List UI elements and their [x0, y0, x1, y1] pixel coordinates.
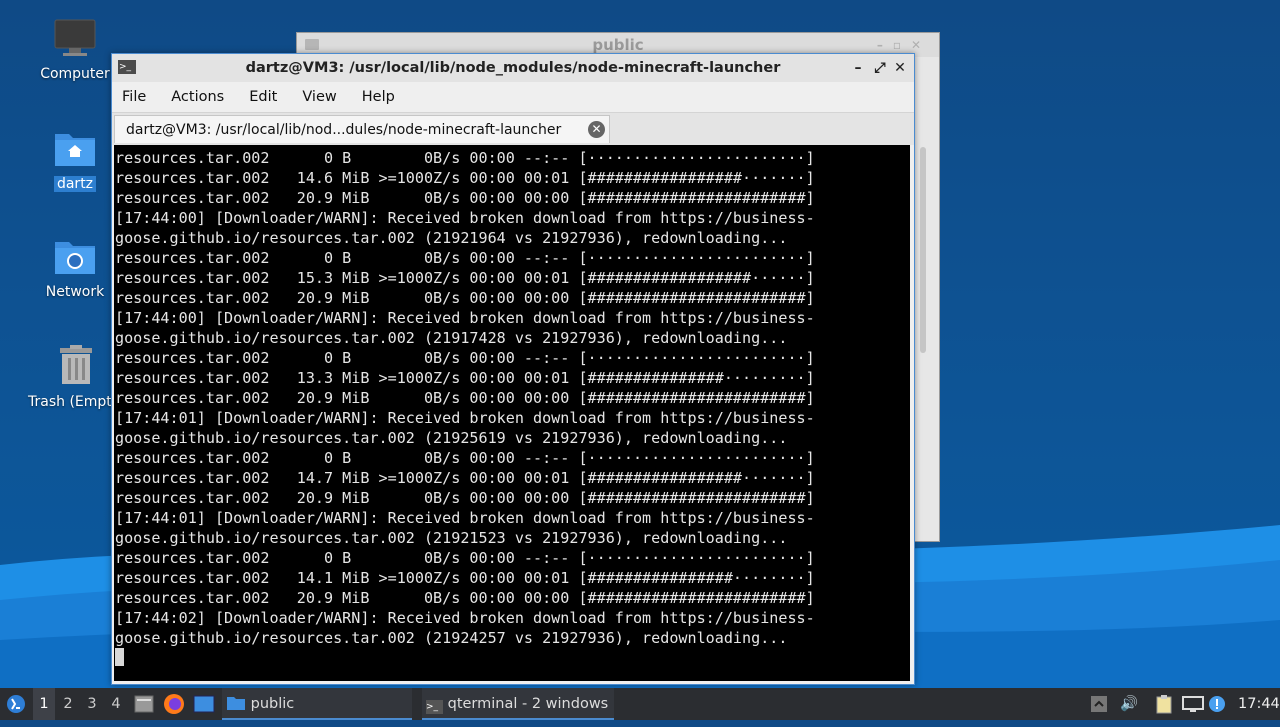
terminal-line: resources.tar.002 0 B 0B/s 00:00 --:-- […	[115, 149, 815, 167]
desktop-icon-label: Network	[45, 284, 105, 300]
desktop-icon-home[interactable]: dartz	[25, 128, 125, 192]
folder-icon	[305, 39, 319, 50]
terminal-line: goose.github.io/resources.tar.002 (21921…	[115, 529, 788, 547]
terminal-tab[interactable]: dartz@VM3: /usr/local/lib/nod...dules/no…	[114, 115, 610, 143]
taskbar: 1 2 3 4 public >_ qterminal - 2 windows …	[0, 688, 1280, 720]
minimize-icon[interactable]: –	[848, 54, 868, 82]
workspace-3[interactable]: 3	[81, 688, 103, 720]
terminal-line: goose.github.io/resources.tar.002 (21924…	[115, 629, 788, 647]
terminal-line: resources.tar.002 20.9 MiB 0B/s 00:00 00…	[115, 289, 815, 307]
terminal-line: resources.tar.002 0 B 0B/s 00:00 --:-- […	[115, 449, 815, 467]
desktop-icon-computer[interactable]: Computer	[25, 18, 125, 82]
menu-file[interactable]: File	[122, 89, 146, 105]
terminal-scrollbar[interactable]	[916, 145, 930, 525]
clipboard-icon[interactable]	[1155, 688, 1175, 720]
lxqt-logo-icon	[7, 695, 25, 713]
folder-icon	[227, 697, 245, 710]
desktop-icon-label: Computer	[40, 66, 110, 82]
maximize-icon[interactable]: ⤢	[870, 54, 890, 82]
terminal-window[interactable]: >_ dartz@VM3: /usr/local/lib/node_module…	[111, 53, 915, 685]
desktop-icon-trash[interactable]: Trash (Empt	[18, 344, 126, 410]
start-menu-button[interactable]	[4, 688, 28, 720]
window-title: public	[592, 36, 644, 54]
tab-close-icon[interactable]: ✕	[588, 121, 605, 138]
terminal-cursor	[115, 648, 124, 666]
terminal-line: resources.tar.002 0 B 0B/s 00:00 --:-- […	[115, 549, 815, 567]
terminal-line: [17:44:01] [Downloader/WARN]: Received b…	[115, 409, 815, 427]
computer-icon	[25, 18, 125, 62]
firefox-icon[interactable]	[163, 688, 185, 720]
terminal-line: resources.tar.002 14.1 MiB >=1000Z/s 00:…	[115, 569, 815, 587]
terminal-output[interactable]: resources.tar.002 0 B 0B/s 00:00 --:-- […	[114, 145, 910, 681]
terminal-line: [17:44:01] [Downloader/WARN]: Received b…	[115, 509, 815, 527]
terminal-line: resources.tar.002 20.9 MiB 0B/s 00:00 00…	[115, 489, 815, 507]
terminal-line: [17:44:02] [Downloader/WARN]: Received b…	[115, 609, 815, 627]
desktop-icon-label: dartz	[53, 176, 97, 192]
workspace-2[interactable]: 2	[57, 688, 79, 720]
close-icon[interactable]: ✕	[890, 54, 910, 82]
taskbar-window-label: qterminal - 2 windows	[447, 696, 609, 712]
menu-bar: File Actions Edit View Help	[112, 82, 914, 112]
terminal-line: resources.tar.002 20.9 MiB 0B/s 00:00 00…	[115, 589, 815, 607]
desktop-show-icon[interactable]	[193, 688, 215, 720]
network-icon[interactable]	[1182, 688, 1204, 720]
tab-label: dartz@VM3: /usr/local/lib/nod...dules/no…	[126, 122, 562, 138]
terminal-text: resources.tar.002 0 B 0B/s 00:00 --:-- […	[114, 145, 910, 668]
terminal-line: resources.tar.002 0 B 0B/s 00:00 --:-- […	[115, 249, 815, 267]
terminal-icon: >_	[426, 700, 443, 714]
terminal-line: resources.tar.002 20.9 MiB 0B/s 00:00 00…	[115, 389, 815, 407]
terminal-line: resources.tar.002 0 B 0B/s 00:00 --:-- […	[115, 349, 815, 367]
menu-actions[interactable]: Actions	[171, 89, 224, 105]
menu-edit[interactable]: Edit	[249, 89, 277, 105]
desktop-icon-network[interactable]: Network	[25, 236, 125, 300]
workspace-1[interactable]: 1	[33, 688, 55, 720]
window-title: dartz@VM3: /usr/local/lib/node_modules/n…	[245, 60, 781, 76]
notification-icon[interactable]	[1208, 688, 1228, 720]
terminal-line: [17:44:00] [Downloader/WARN]: Received b…	[115, 209, 815, 227]
home-folder-icon	[25, 128, 125, 172]
taskbar-window-public[interactable]: public	[222, 688, 412, 720]
window-titlebar[interactable]: >_ dartz@VM3: /usr/local/lib/node_module…	[112, 54, 914, 82]
terminal-app-icon: >_	[118, 60, 136, 74]
volume-icon[interactable]: 🔊	[1118, 688, 1140, 720]
menu-view[interactable]: View	[302, 89, 336, 105]
network-folder-icon	[25, 236, 125, 280]
file-manager-launcher-icon[interactable]	[134, 688, 154, 720]
terminal-line: goose.github.io/resources.tar.002 (21921…	[115, 229, 788, 247]
menu-help[interactable]: Help	[362, 89, 395, 105]
terminal-line: resources.tar.002 14.7 MiB >=1000Z/s 00:…	[115, 469, 815, 487]
terminal-line: resources.tar.002 20.9 MiB 0B/s 00:00 00…	[115, 189, 815, 207]
terminal-line: resources.tar.002 15.3 MiB >=1000Z/s 00:…	[115, 269, 815, 287]
scrollbar-thumb[interactable]	[920, 147, 926, 353]
terminal-line: resources.tar.002 14.6 MiB >=1000Z/s 00:…	[115, 169, 815, 187]
terminal-line: goose.github.io/resources.tar.002 (21925…	[115, 429, 788, 447]
terminal-line: goose.github.io/resources.tar.002 (21917…	[115, 329, 788, 347]
tray-expand-icon[interactable]	[1090, 688, 1110, 720]
workspace-4[interactable]: 4	[105, 688, 127, 720]
clock[interactable]: 17:44	[1238, 688, 1280, 720]
tab-bar: dartz@VM3: /usr/local/lib/nod...dules/no…	[112, 112, 914, 145]
terminal-line: resources.tar.002 13.3 MiB >=1000Z/s 00:…	[115, 369, 815, 387]
taskbar-window-qterminal[interactable]: >_ qterminal - 2 windows	[422, 688, 614, 720]
terminal-line: [17:44:00] [Downloader/WARN]: Received b…	[115, 309, 815, 327]
taskbar-window-label: public	[250, 696, 295, 712]
